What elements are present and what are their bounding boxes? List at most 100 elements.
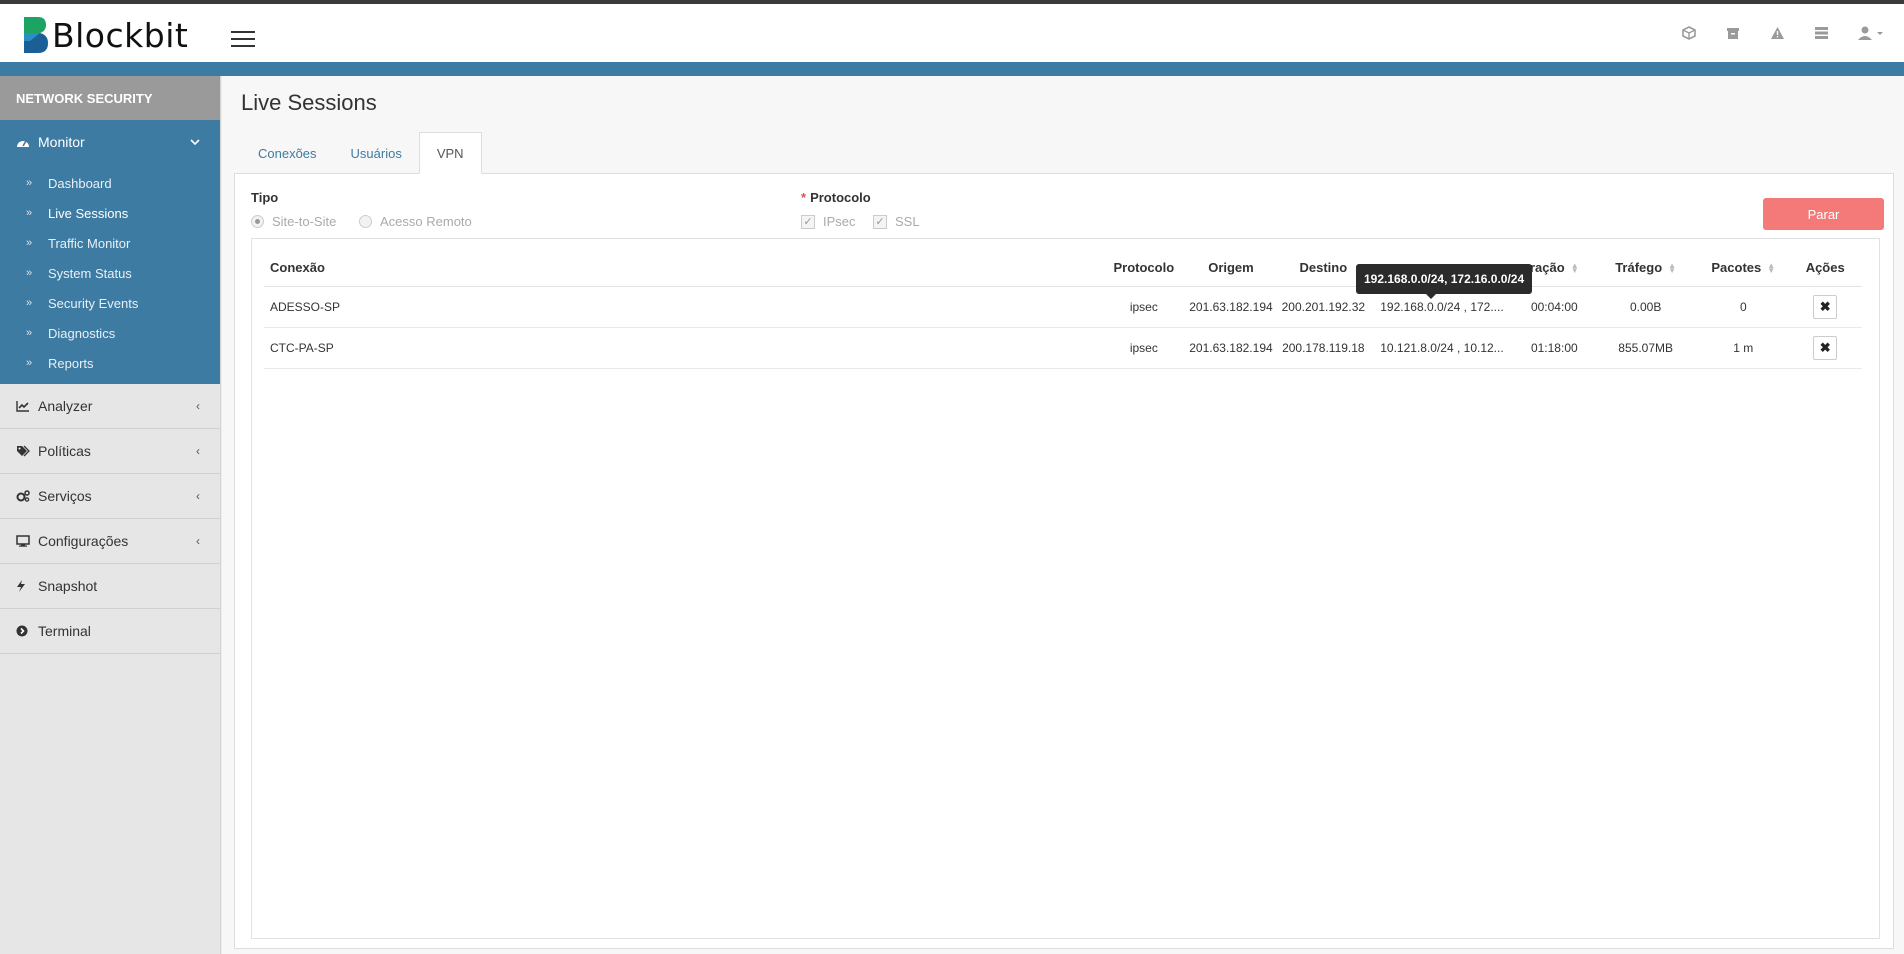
cell-protocol: ipsec [1103, 327, 1184, 369]
line-chart-icon [16, 400, 38, 412]
sidebar-item-configuracoes[interactable]: Configurações ‹ [0, 519, 220, 564]
column-header-packets[interactable]: Pacotes ▲ ▼ [1698, 249, 1789, 287]
remove-session-button[interactable]: ✖ [1813, 335, 1838, 360]
menu-toggle-button[interactable] [231, 31, 255, 49]
sort-icon: ▲ ▼ [1668, 261, 1677, 276]
sidebar-item-label: Dashboard [48, 175, 112, 191]
column-header-actions: Ações [1788, 249, 1862, 287]
remove-session-button[interactable]: ✖ [1813, 294, 1838, 319]
accent-bar [0, 62, 1904, 76]
cell-duration: 01:18:00 [1515, 327, 1594, 369]
sidebar-item-snapshot[interactable]: Snapshot [0, 564, 220, 609]
cell-packets: 0 [1698, 286, 1789, 328]
cell-traffic: 855.07MB [1593, 327, 1699, 369]
cell-networks[interactable]: 10.121.8.0/24 , 10.12... [1368, 327, 1516, 369]
brand-name: Blockbit [52, 15, 189, 55]
sidebar-item-diagnostics[interactable]: » Diagnostics [0, 318, 220, 348]
cell-connection: CTC-PA-SP [264, 327, 1104, 369]
warning-icon[interactable] [1768, 24, 1786, 42]
sidebar-item-label: Live Sessions [48, 205, 129, 221]
protocol-label-text: Protocolo [810, 190, 871, 205]
chevron-down-icon [190, 135, 200, 149]
server-list-icon[interactable] [1812, 24, 1830, 42]
check-icon: ✓ [801, 214, 815, 229]
cube-icon[interactable] [1680, 24, 1698, 42]
cell-packets: 1 m [1698, 327, 1789, 369]
cell-actions: ✖ [1788, 286, 1862, 328]
desktop-icon [16, 535, 38, 547]
sort-icon: ▲ ▼ [1570, 261, 1579, 276]
checkbox-ipsec[interactable]: ✓ IPsec [801, 214, 856, 229]
column-header-label: Tráfego [1615, 259, 1663, 275]
sessions-table-container: Conexão Protocolo Origem Destino ração ▲ ▼… [251, 238, 1880, 939]
monitor-submenu: » Dashboard » Live Sessions » Traffic Monit… [0, 164, 220, 384]
tab-conexoes[interactable]: Conexões [241, 132, 334, 174]
menu-icon-bar [231, 38, 255, 40]
checkbox-ssl[interactable]: ✓ SSL [873, 214, 920, 229]
sidebar-item-label: System Status [48, 265, 132, 281]
cell-destination: 200.178.119.18 [1278, 327, 1369, 369]
double-chevron-icon: » [26, 237, 33, 249]
tab-bar: Conexões Usuários VPN [241, 132, 482, 174]
sidebar-section-title: NETWORK SECURITY [0, 76, 220, 120]
radio-acesso-remoto[interactable]: Acesso Remoto [359, 214, 472, 229]
double-chevron-icon: » [26, 297, 33, 309]
cell-origin: 201.63.182.194 [1183, 327, 1279, 369]
radio-label: Site-to-Site [272, 214, 337, 229]
sidebar-item-label: Terminal [38, 623, 91, 639]
brand-logo[interactable]: Blockbit [20, 14, 188, 56]
column-header-connection[interactable]: Conexão [264, 249, 1104, 287]
sidebar-item-politicas[interactable]: Políticas ‹ [0, 429, 220, 474]
chevron-left-icon: ‹ [196, 534, 200, 548]
sidebar-item-system-status[interactable]: » System Status [0, 258, 220, 288]
sidebar-item-security-events[interactable]: » Security Events [0, 288, 220, 318]
stop-button[interactable]: Parar [1763, 198, 1884, 230]
cell-connection: ADESSO-SP [264, 286, 1104, 328]
double-chevron-icon: » [26, 267, 33, 279]
user-menu-icon[interactable] [1856, 24, 1886, 42]
sidebar-item-reports[interactable]: » Reports [0, 348, 220, 378]
vpn-panel: Tipo Site-to-Site Acesso Remoto * Protoco… [234, 173, 1894, 949]
cell-protocol: ipsec [1103, 286, 1184, 328]
menu-icon-bar [231, 45, 255, 47]
sidebar-item-label: Configurações [38, 533, 129, 549]
sidebar-item-label: Traffic Monitor [48, 235, 131, 251]
chevron-left-icon: ‹ [196, 399, 200, 413]
main-content: Live Sessions Conexões Usuários VPN Tipo… [222, 76, 1904, 954]
tab-vpn[interactable]: VPN [418, 132, 482, 174]
sidebar-item-label: Security Events [48, 295, 139, 311]
sidebar-item-dashboard[interactable]: » Dashboard [0, 168, 220, 198]
sidebar-item-live-sessions[interactable]: » Live Sessions [0, 198, 220, 228]
dashboard-gauge-icon [16, 136, 38, 148]
archive-icon[interactable] [1724, 24, 1742, 42]
blockbit-logo-icon [24, 17, 48, 53]
protocol-label: * Protocolo [801, 190, 871, 205]
radio-indicator [251, 215, 264, 228]
sidebar-item-servicos[interactable]: Serviços ‹ [0, 474, 220, 519]
column-header-destination[interactable]: Destino [1278, 249, 1369, 287]
table-header-row: Conexão Protocolo Origem Destino ração ▲ ▼… [264, 249, 1862, 287]
chevron-left-icon: ‹ [196, 489, 200, 503]
chevron-circle-right-icon [16, 625, 38, 637]
sidebar-item-label: Reports [48, 355, 94, 371]
sidebar-item-label: Analyzer [38, 398, 93, 414]
sidebar-item-monitor[interactable]: Monitor [0, 120, 220, 164]
double-chevron-icon: » [26, 177, 33, 189]
radio-site-to-site[interactable]: Site-to-Site [251, 214, 336, 229]
gears-icon [16, 490, 38, 502]
column-header-origin[interactable]: Origem [1183, 249, 1279, 287]
type-label: Tipo [251, 190, 279, 205]
cell-origin: 201.63.182.194 [1183, 286, 1279, 328]
table-row: CTC-PA-SP ipsec 201.63.182.194 200.178.1… [264, 327, 1862, 369]
radio-label: Acesso Remoto [380, 214, 472, 229]
cell-destination: 200.201.192.32 [1278, 286, 1369, 328]
sidebar-item-traffic-monitor[interactable]: » Traffic Monitor [0, 228, 220, 258]
sidebar-item-terminal[interactable]: Terminal [0, 609, 220, 654]
vpn-sessions-table: Conexão Protocolo Origem Destino ração ▲ ▼… [264, 249, 1862, 369]
sidebar-item-label: Políticas [38, 443, 91, 459]
column-header-traffic[interactable]: Tráfego ▲ ▼ [1593, 249, 1699, 287]
column-header-protocol[interactable]: Protocolo [1103, 249, 1184, 287]
tab-usuarios[interactable]: Usuários [334, 132, 419, 174]
sidebar-item-analyzer[interactable]: Analyzer ‹ [0, 384, 220, 429]
sidebar-item-label: Snapshot [38, 578, 98, 594]
